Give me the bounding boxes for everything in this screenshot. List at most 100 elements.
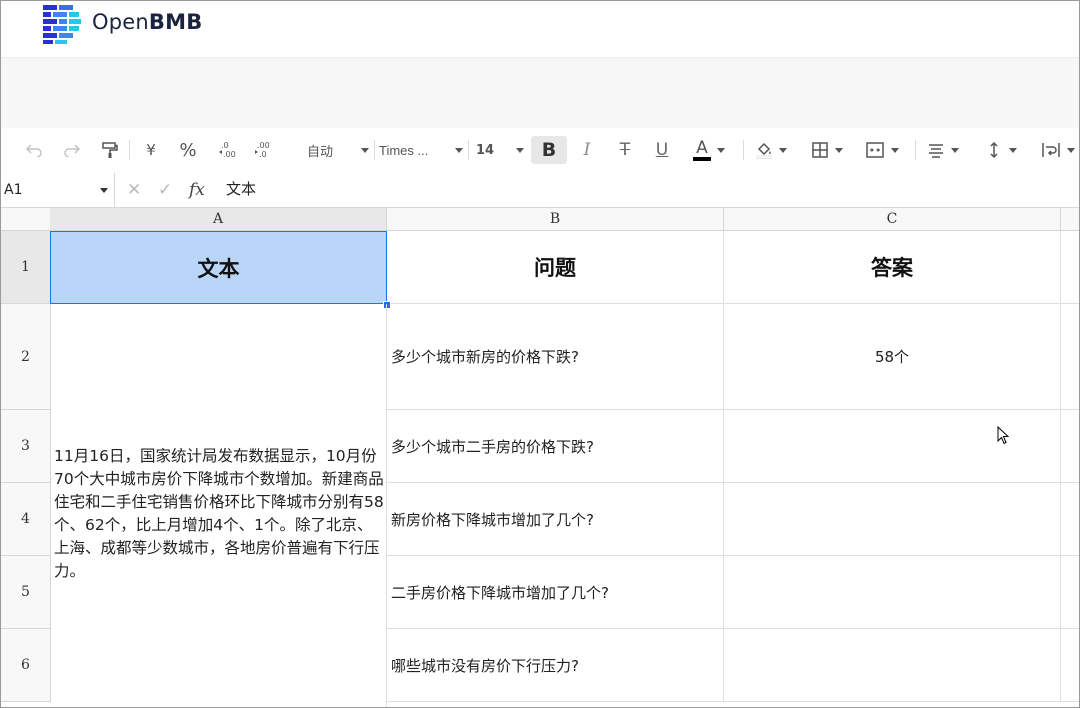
brand-name-open: Open xyxy=(92,10,149,34)
increase-decimal-button[interactable]: .00.0 xyxy=(251,136,277,164)
cell-c6[interactable] xyxy=(724,629,1061,702)
function-icon[interactable]: fx xyxy=(189,173,205,207)
row-header-2[interactable]: 2 xyxy=(1,304,51,410)
brand-name: OpenBMB xyxy=(92,10,202,34)
font-family-value: Times ... xyxy=(379,142,429,158)
cell-c2[interactable]: 58个 xyxy=(724,304,1061,410)
mouse-pointer-icon xyxy=(997,426,1009,445)
app-window: OpenBMB ¥ % .0.00 .00.0 自动 Times ... 14 … xyxy=(0,0,1080,708)
increase-decimal-icon: .00.0 xyxy=(255,141,270,159)
svg-text:.00: .00 xyxy=(257,141,270,150)
vertical-align-icon xyxy=(990,141,998,159)
redo-icon xyxy=(64,144,81,157)
chevron-down-icon xyxy=(516,147,524,153)
italic-button[interactable]: I xyxy=(575,136,599,164)
cell-d6[interactable] xyxy=(1061,629,1079,702)
font-size-dropdown[interactable]: 14 xyxy=(476,136,524,164)
row-number: 5 xyxy=(21,584,30,600)
cell-c1[interactable]: 答案 xyxy=(724,231,1061,304)
chevron-down-icon xyxy=(835,147,843,153)
borders-icon xyxy=(812,142,828,158)
redo-button[interactable] xyxy=(59,136,85,164)
row-header-6[interactable]: 6 xyxy=(1,629,51,702)
svg-text:.0: .0 xyxy=(221,141,229,150)
cell-d4[interactable] xyxy=(1061,483,1079,556)
cell-c5[interactable] xyxy=(724,556,1061,629)
chevron-down-icon xyxy=(361,147,369,153)
cell-d1[interactable] xyxy=(1061,231,1079,304)
column-header-d[interactable] xyxy=(1061,208,1079,231)
chevron-down-icon xyxy=(951,147,959,153)
cell-d5[interactable] xyxy=(1061,556,1079,629)
paint-format-icon xyxy=(102,142,118,158)
cell-d3[interactable] xyxy=(1061,410,1079,483)
text-wrap-button[interactable] xyxy=(1041,136,1079,164)
column-header-c[interactable]: C xyxy=(724,208,1061,231)
number-format-dropdown[interactable]: 自动 xyxy=(297,136,369,164)
formula-input[interactable]: 文本 xyxy=(226,173,256,207)
underline-button[interactable]: U xyxy=(650,136,674,164)
column-header-b[interactable]: B xyxy=(387,208,724,231)
cell-a2-merged[interactable]: 11月16日，国家统计局发布数据显示，10月份70个大中城市房价下降城市个数增加… xyxy=(50,304,387,707)
percent-format-button[interactable]: % xyxy=(176,136,200,164)
undo-button[interactable] xyxy=(21,136,47,164)
bold-button[interactable]: B xyxy=(531,136,567,164)
text-color-swatch xyxy=(693,157,711,161)
borders-button[interactable] xyxy=(811,136,855,164)
cell-b5[interactable]: 二手房价格下降城市增加了几个? xyxy=(387,556,724,629)
toolbar-divider xyxy=(374,140,375,160)
row-number: 4 xyxy=(21,511,30,527)
confirm-edit-icon[interactable]: ✓ xyxy=(158,173,172,207)
text-color-icon: A xyxy=(693,139,711,161)
strikethrough-button[interactable]: T xyxy=(613,136,637,164)
fill-color-button[interactable] xyxy=(755,136,799,164)
paint-format-button[interactable] xyxy=(97,136,123,164)
paint-bucket-icon xyxy=(756,142,772,159)
toolbar-divider xyxy=(915,140,916,160)
merge-cells-icon xyxy=(866,142,884,158)
name-box[interactable]: A1 xyxy=(1,173,115,207)
row-number: 1 xyxy=(21,259,30,275)
text-wrap-icon xyxy=(1042,143,1060,157)
header-spacer xyxy=(1,58,1079,128)
row-header-5[interactable]: 5 xyxy=(1,556,51,629)
row-header-1[interactable]: 1 xyxy=(1,231,51,304)
openbmb-logo-icon xyxy=(43,5,81,44)
chevron-down-icon xyxy=(455,147,463,153)
cell-reference: A1 xyxy=(4,182,23,198)
currency-format-button[interactable]: ¥ xyxy=(139,136,163,164)
spreadsheet-grid: A B C 1 2 3 4 5 6 文本 问题 答案 11月16日，国家统计局发… xyxy=(1,208,1079,707)
column-header-a[interactable]: A xyxy=(50,208,387,231)
app-header: OpenBMB xyxy=(1,1,1079,58)
text-cell-content: 11月16日，国家统计局发布数据显示，10月份70个大中城市房价下降城市个数增加… xyxy=(54,446,384,580)
row-number: 2 xyxy=(21,348,30,365)
decrease-decimal-button[interactable]: .0.00 xyxy=(215,136,241,164)
font-family-dropdown[interactable]: Times ... xyxy=(379,136,463,164)
cell-b6[interactable]: 哪些城市没有房价下行压力? xyxy=(387,629,724,702)
toolbar-divider xyxy=(743,140,744,160)
brand-name-bmb: BMB xyxy=(148,10,203,34)
formula-bar: A1 ✕ ✓ fx 文本 xyxy=(1,173,1079,208)
undo-icon xyxy=(25,144,42,157)
horizontal-align-button[interactable] xyxy=(927,136,971,164)
decrease-decimal-icon: .0.00 xyxy=(219,141,236,159)
vertical-align-button[interactable] xyxy=(985,136,1029,164)
text-color-button[interactable]: A xyxy=(693,136,735,164)
chevron-down-icon xyxy=(717,147,725,153)
cell-b4[interactable]: 新房价格下降城市增加了几个? xyxy=(387,483,724,556)
row-header-4[interactable]: 4 xyxy=(1,483,51,556)
select-all-corner[interactable] xyxy=(1,208,51,231)
cell-b3[interactable]: 多少个城市二手房的价格下跌? xyxy=(387,410,724,483)
cell-d2[interactable] xyxy=(1061,304,1079,410)
cell-a1[interactable]: 文本 xyxy=(50,231,387,304)
text-color-letter: A xyxy=(696,138,708,158)
row-header-3[interactable]: 3 xyxy=(1,410,51,483)
merge-cells-button[interactable] xyxy=(865,136,909,164)
toolbar-divider xyxy=(129,140,130,160)
cell-b1[interactable]: 问题 xyxy=(387,231,724,304)
cell-b2[interactable]: 多少个城市新房的价格下跌? xyxy=(387,304,724,410)
chevron-down-icon xyxy=(100,188,108,193)
cell-c3[interactable] xyxy=(724,410,1061,483)
cell-c4[interactable] xyxy=(724,483,1061,556)
cancel-edit-icon[interactable]: ✕ xyxy=(127,173,141,207)
